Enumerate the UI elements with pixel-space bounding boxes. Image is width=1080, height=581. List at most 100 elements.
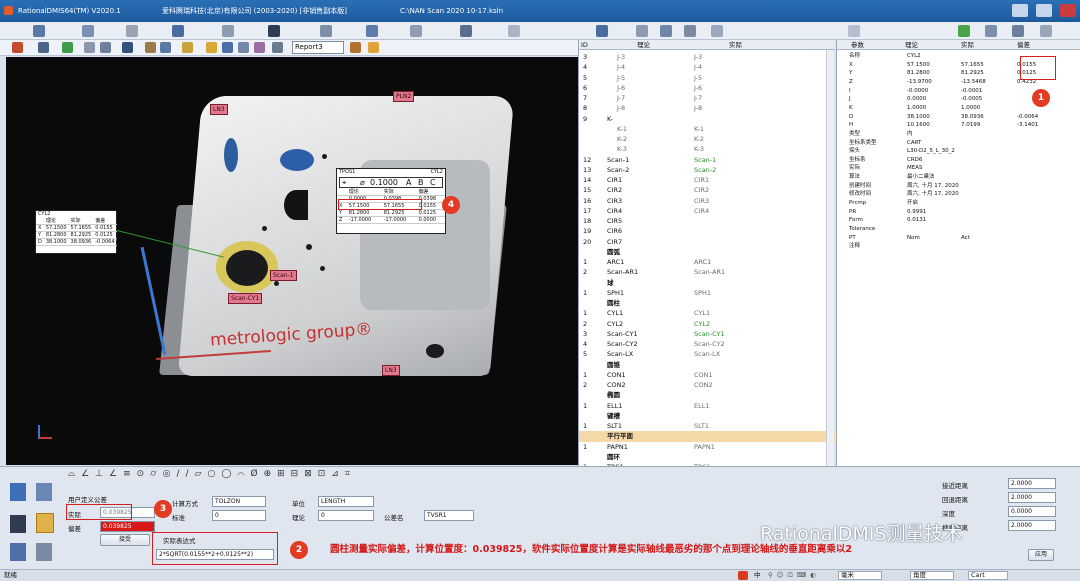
tree-row[interactable]: 16 CIR3 CIR3 (579, 196, 835, 206)
callout-cyl2[interactable]: CYL2 理论 实际 偏差 X 57.1500 57.1655 0.0155 Y… (35, 210, 117, 254)
tree-row[interactable]: 圆柱 (579, 298, 835, 308)
tree-row[interactable]: 1 ELL1 ELL1 (579, 401, 835, 411)
tree-row[interactable]: 椭圆 (579, 390, 835, 400)
unit-select[interactable]: LENGTH (318, 496, 374, 507)
prop-row[interactable]: Tolerance (837, 225, 1080, 234)
tree-scrollbar[interactable] (826, 50, 834, 466)
calc-select[interactable]: TOLZON (212, 496, 266, 507)
tree-row[interactable]: 2 CON2 CON2 (579, 380, 835, 390)
search-icon[interactable] (684, 25, 696, 37)
tree-row[interactable]: K-3 K-3 (579, 144, 835, 154)
tree-row[interactable]: 17 CIR4 CIR4 (579, 206, 835, 216)
tree-row[interactable]: 1 SPH1 SPH1 (579, 288, 835, 298)
tree-row[interactable]: 1 CYL1 CYL1 (579, 308, 835, 318)
prop-row[interactable]: Prcmp 开启 (837, 199, 1080, 208)
tree-row[interactable]: 20 CIR7 (579, 237, 835, 247)
cylinder-cyl2[interactable] (226, 250, 268, 286)
prop-row[interactable]: PT Nom Act (837, 234, 1080, 243)
nominal-field[interactable]: 0 (212, 510, 266, 521)
view-icon[interactable] (172, 25, 184, 37)
tree-row[interactable]: 1 SLT1 SLT1 (579, 421, 835, 431)
layer-icon[interactable] (206, 42, 217, 53)
tolname-field[interactable]: TVSR1 (424, 510, 474, 521)
tree-row[interactable]: 14 CIR1 CIR1 (579, 175, 835, 185)
prop-row[interactable]: 修改时间 周六, 十月 17, 2020 (837, 190, 1080, 199)
shade-icon[interactable] (145, 42, 156, 53)
report-print-icon[interactable] (350, 42, 361, 53)
apply2-button[interactable]: 应用 (1028, 549, 1054, 561)
label-icon[interactable] (272, 42, 283, 53)
measure-icon[interactable] (222, 25, 234, 37)
axis-icon[interactable] (122, 42, 133, 53)
tree-row[interactable]: 圆环 (579, 452, 835, 462)
tree-row[interactable]: 8 J-8 J-8 (579, 103, 835, 113)
report-export-icon[interactable] (368, 42, 379, 53)
output-mode-icon[interactable] (36, 543, 52, 561)
tree-row[interactable]: 12 Scan-1 Scan-1 (579, 155, 835, 165)
window-tile-icon[interactable] (1012, 25, 1024, 37)
zoom-icon[interactable] (100, 42, 111, 53)
camera-icon[interactable] (160, 42, 171, 53)
edit-icon[interactable] (126, 25, 138, 37)
prop-row[interactable]: 算法 最小二乘法 (837, 173, 1080, 182)
tree-row[interactable]: 3 Scan-CY1 Scan-CY1 (579, 329, 835, 339)
tree-row[interactable]: 平行平面 (579, 431, 835, 442)
construct-mode-icon[interactable] (36, 483, 52, 501)
tree-row[interactable]: 球 (579, 278, 835, 288)
tree-row[interactable]: 4 J-4 J-4 (579, 62, 835, 72)
prop-row[interactable]: 注释 (837, 242, 1080, 251)
tree-row[interactable]: 3 J-3 J-3 (579, 52, 835, 62)
feature-tag-ln1[interactable]: LN3 (210, 104, 228, 115)
help-icon[interactable] (508, 25, 520, 37)
prop-row[interactable]: 实际 MEAS (837, 164, 1080, 173)
cursor-icon[interactable] (38, 42, 49, 53)
tree-row[interactable]: 1 PAPN1 PAPN1 (579, 442, 835, 452)
approach-field[interactable]: 2.0000 (1008, 478, 1056, 489)
ime-logo-icon[interactable] (738, 571, 748, 580)
palette-icon[interactable] (254, 42, 265, 53)
tree-row[interactable]: 圆锥 (579, 360, 835, 370)
theo-field[interactable]: 0 (318, 510, 374, 521)
tree-row[interactable]: 1 ARC1 ARC1 (579, 257, 835, 267)
datum-mode-icon[interactable] (10, 543, 26, 561)
feature-tag-scancyl[interactable]: Scan-CY1 (228, 293, 263, 304)
apply-button[interactable]: 接受 (100, 534, 150, 546)
feature-tag-ln3[interactable]: LN3 (382, 365, 400, 376)
tree-row[interactable]: K-2 K-2 (579, 134, 835, 144)
prop-row[interactable]: H 10.1600 7.0199 -3.1401 (837, 121, 1080, 130)
feature-tag-scan1[interactable]: Scan-1 (270, 270, 297, 281)
record-icon[interactable] (12, 42, 23, 53)
tree-row[interactable]: 6 J-6 J-6 (579, 83, 835, 93)
prop-row[interactable]: 探头 L30-D2_5_L_30_2 (837, 147, 1080, 156)
expr-field[interactable]: 2*SQRT(0.0155**2+0.0125**2) (156, 549, 274, 560)
prop-row[interactable]: PR 0.9991 (837, 208, 1080, 217)
minimize-button[interactable] (1012, 4, 1028, 17)
tree-row[interactable]: 4 Scan-CY2 Scan-CY2 (579, 339, 835, 349)
options-icon[interactable] (1040, 25, 1052, 37)
program-icon[interactable] (82, 25, 94, 37)
construct-icon[interactable] (320, 25, 332, 37)
tree-row[interactable]: 5 Scan-LX Scan-LX (579, 349, 835, 359)
probe-mode-icon[interactable] (10, 515, 26, 533)
probe-icon[interactable] (268, 25, 280, 37)
feature-tree[interactable]: ID 理论 实际 3 J-3 J-3 4 J-4 J-4 5 J-5 J-5 6 J-6 J-6 7 J-… (578, 40, 835, 471)
tree-row[interactable]: 5 J-5 J-5 (579, 73, 835, 83)
green-status-icon[interactable] (958, 25, 970, 37)
settings-icon[interactable] (410, 25, 422, 37)
panel-icon[interactable] (848, 25, 860, 37)
tree-row[interactable]: 9 K- (579, 114, 835, 124)
unit-angle-select[interactable]: 角度 (910, 571, 954, 580)
report-select[interactable]: Report3 (292, 41, 344, 54)
tolerance-type-icons[interactable]: ⌓∠⊥∠≡⊙⌭◎//▱○◯⌒Ø⊕⊞⊟⊠⊡⊿⌗ (68, 469, 488, 481)
measure-mode-icon[interactable] (10, 483, 26, 501)
tolerance-mode-icon[interactable] (36, 513, 54, 533)
prop-row[interactable]: 坐标系类型 CART (837, 139, 1080, 148)
tree-row[interactable]: 15 CIR2 CIR2 (579, 185, 835, 195)
unit-length-select[interactable]: 毫米 (838, 571, 882, 580)
tree-row[interactable]: 13 Scan-2 Scan-2 (579, 165, 835, 175)
tree-row[interactable]: K-1 K-1 (579, 124, 835, 134)
feature-tag-pln2[interactable]: PLN2 (393, 91, 415, 102)
search-dist-field[interactable]: 2.0000 (1008, 520, 1056, 531)
section-icon[interactable] (238, 42, 249, 53)
depth-field[interactable]: 0.0000 (1008, 506, 1056, 517)
